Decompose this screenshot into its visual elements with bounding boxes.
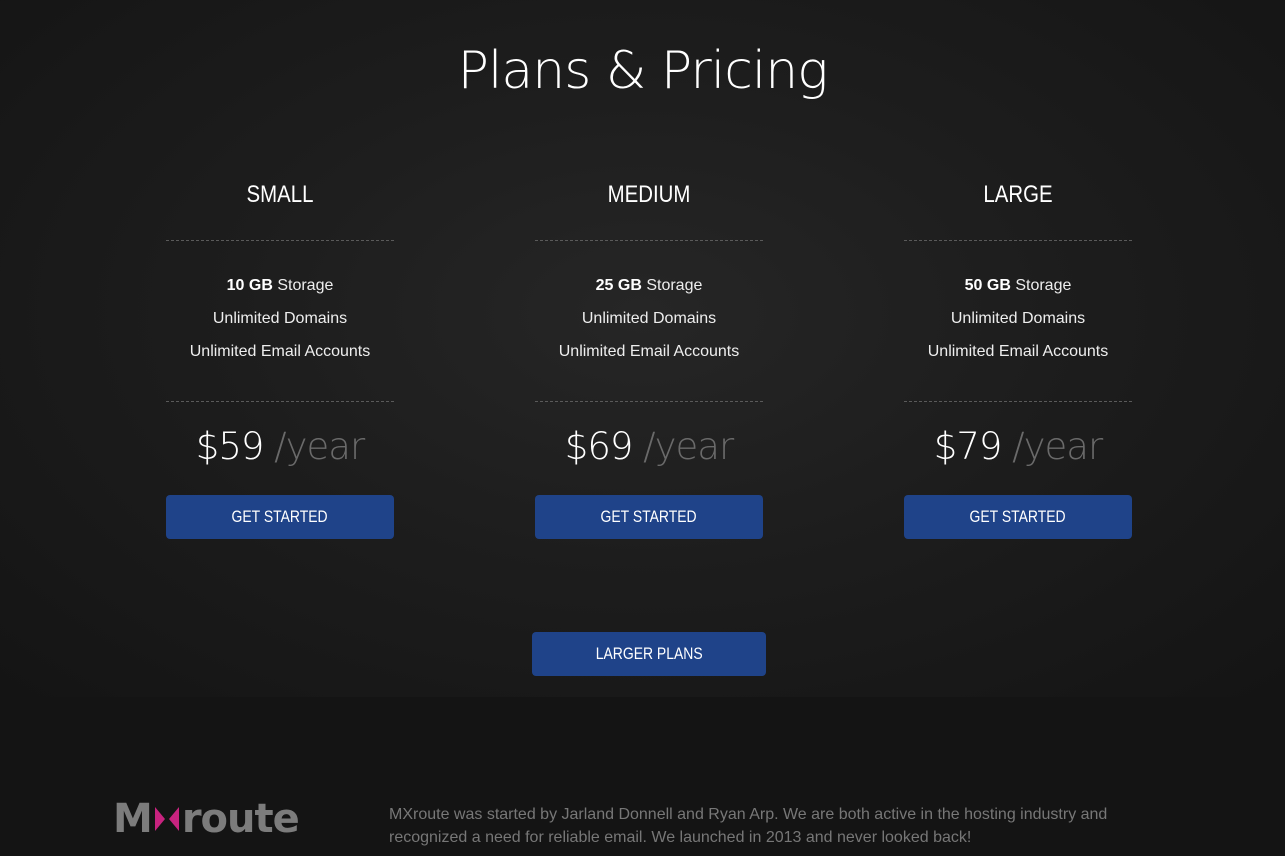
feature-storage: 25 GB Storage: [535, 273, 763, 306]
price-period: /year: [1001, 425, 1103, 468]
larger-plans-button[interactable]: LARGER PLANS: [532, 632, 766, 676]
feature-domains: Unlimited Domains: [950, 310, 1086, 327]
feature-domains: Unlimited Domains: [581, 310, 717, 327]
feature-emails: Unlimited Email Accounts: [927, 343, 1109, 360]
about-text: MXroute was started by Jarland Donnell a…: [389, 806, 1108, 846]
storage-label: Storage: [641, 277, 703, 294]
price-amount: $59: [195, 425, 265, 468]
plan-name: MEDIUM: [607, 181, 691, 208]
plan-card-medium: MEDIUM 25 GB Storage Unlimited Domains U…: [535, 170, 763, 539]
divider: [166, 401, 394, 402]
get-started-button-small[interactable]: GET STARTED: [166, 495, 394, 539]
feature-emails: Unlimited Email Accounts: [558, 343, 740, 360]
footer: M route MXroute was started by Jarland D…: [0, 697, 1285, 856]
storage-amount: 25 GB: [595, 277, 642, 294]
feature-domains: Unlimited Domains: [212, 310, 348, 327]
plan-price: $69 /year: [535, 423, 763, 471]
button-label: GET STARTED: [231, 507, 329, 526]
storage-amount: 50 GB: [964, 277, 1011, 294]
divider: [535, 401, 763, 402]
button-label: GET STARTED: [969, 507, 1067, 526]
divider: [904, 240, 1132, 241]
logo-text-suffix: route: [181, 796, 300, 842]
page-title: Plans & Pricing: [457, 41, 829, 101]
mxroute-logo[interactable]: M route: [113, 796, 300, 842]
storage-label: Storage: [1010, 277, 1072, 294]
plan-features: 25 GB Storage Unlimited Domains Unlimite…: [535, 273, 763, 372]
storage-amount: 10 GB: [226, 277, 273, 294]
plan-name: LARGE: [983, 181, 1053, 208]
x-chevrons-icon: [154, 807, 179, 831]
plan-features: 10 GB Storage Unlimited Domains Unlimite…: [166, 273, 394, 372]
get-started-button-large[interactable]: GET STARTED: [904, 495, 1132, 539]
plan-card-small: SMALL 10 GB Storage Unlimited Domains Un…: [166, 170, 394, 539]
pricing-section: Plans & Pricing SMALL 10 GB Storage Unli…: [0, 0, 1285, 697]
storage-label: Storage: [272, 277, 334, 294]
logo-text-prefix: M: [113, 796, 153, 842]
divider: [166, 240, 394, 241]
plan-price: $59 /year: [166, 423, 394, 471]
button-label: GET STARTED: [600, 507, 698, 526]
price-period: /year: [263, 425, 365, 468]
plan-price: $79 /year: [904, 423, 1132, 471]
divider: [535, 240, 763, 241]
feature-emails: Unlimited Email Accounts: [189, 343, 371, 360]
plan-name: SMALL: [246, 181, 314, 208]
feature-storage: 10 GB Storage: [166, 273, 394, 306]
price-amount: $79: [933, 425, 1003, 468]
price-period: /year: [632, 425, 734, 468]
plan-features: 50 GB Storage Unlimited Domains Unlimite…: [904, 273, 1132, 372]
feature-storage: 50 GB Storage: [904, 273, 1132, 306]
divider: [904, 401, 1132, 402]
plan-card-large: LARGE 50 GB Storage Unlimited Domains Un…: [904, 170, 1132, 539]
price-amount: $69: [564, 425, 634, 468]
button-label: LARGER PLANS: [595, 644, 703, 663]
get-started-button-medium[interactable]: GET STARTED: [535, 495, 763, 539]
